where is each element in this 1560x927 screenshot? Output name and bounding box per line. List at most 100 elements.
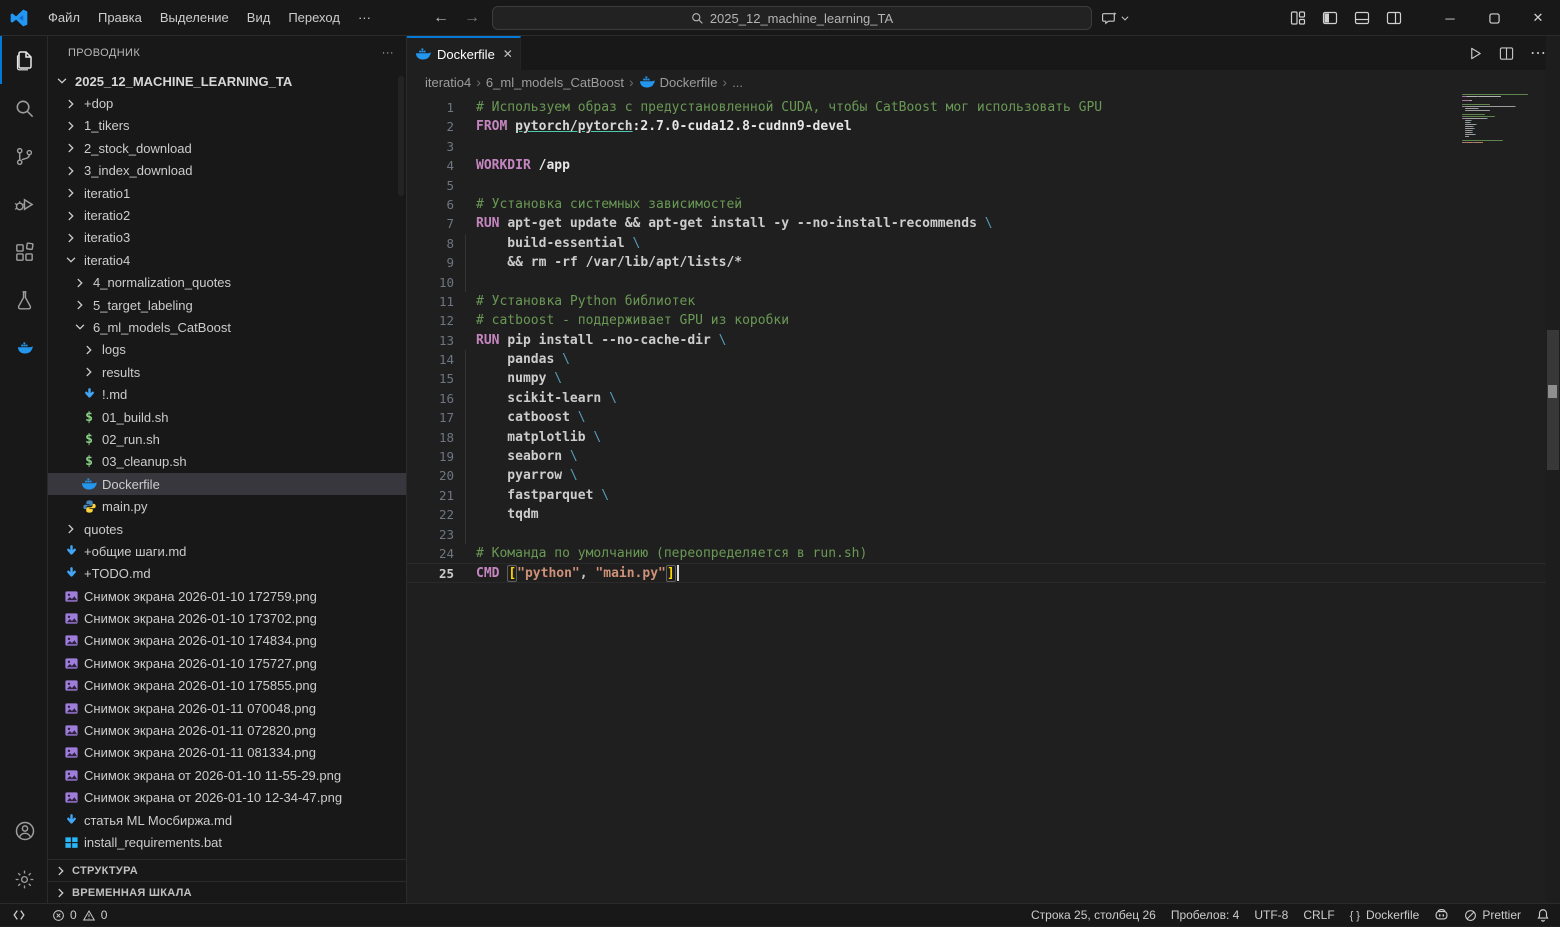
code-line[interactable]: 8 build-essential \ — [407, 233, 1560, 254]
activitybar-explorer[interactable] — [0, 36, 47, 84]
tree-item[interactable]: Снимок экрана 2026-01-10 175727.png — [48, 652, 406, 674]
statusbar-copilot[interactable] — [1434, 908, 1449, 922]
breadcrumb-item[interactable]: iteratio4 — [425, 75, 471, 90]
tree-item[interactable]: iteratio2 — [48, 204, 406, 226]
tree-item[interactable]: статья ML Мосбиржа.md — [48, 809, 406, 831]
code-line[interactable]: 17 catboost \ — [407, 408, 1560, 429]
code-line[interactable]: 25 CMD ["python", "main.py"] — [407, 563, 1560, 583]
code-line[interactable]: 15 numpy \ — [407, 369, 1560, 390]
activitybar-docker[interactable] — [0, 324, 47, 372]
section-структура[interactable]: СТРУКТУРА — [48, 859, 406, 881]
tree-item[interactable]: Снимок экрана от 2026-01-10 12-34-47.png — [48, 787, 406, 809]
navigate-forward-icon[interactable]: → — [461, 9, 483, 27]
code-line[interactable]: 13 RUN pip install --no-cache-dir \ — [407, 331, 1560, 350]
code-line[interactable]: 10 — [407, 272, 1560, 293]
tree-item[interactable]: iteratio1 — [48, 182, 406, 204]
tree-item[interactable]: install_requirements.bat — [48, 831, 406, 853]
toggle-primary-sidebar-icon[interactable] — [1322, 10, 1338, 26]
toggle-secondary-sidebar-icon[interactable] — [1386, 10, 1402, 26]
code-line[interactable]: 1 # Используем образ с предустановленной … — [407, 98, 1560, 117]
tree-item[interactable]: Снимок экрана 2026-01-11 081334.png — [48, 742, 406, 764]
activitybar-run-debug[interactable] — [0, 180, 47, 228]
code-line[interactable]: 3 — [407, 137, 1560, 156]
code-line[interactable]: 11 # Установка Python библиотек — [407, 292, 1560, 311]
code-line[interactable]: 21 fastparquet \ — [407, 485, 1560, 506]
code-line[interactable]: 24 # Команда по умолчанию (переопределяет… — [407, 544, 1560, 563]
tree-item[interactable]: 1_tikers — [48, 115, 406, 137]
menu--[interactable]: ··· — [349, 6, 380, 29]
statusbar-dockerfile[interactable]: { } Dockerfile — [1350, 908, 1420, 922]
tree-item[interactable]: Снимок экрана 2026-01-10 174834.png — [48, 630, 406, 652]
code-line[interactable]: 6 # Установка системных зависимостей — [407, 195, 1560, 214]
code-line[interactable]: 18 matplotlib \ — [407, 427, 1560, 448]
tree-item[interactable]: quotes — [48, 518, 406, 540]
more-actions-icon[interactable]: ⋯ — [1530, 43, 1546, 63]
code-line[interactable]: 4 WORKDIR /app — [407, 156, 1560, 175]
editor-scrollbar[interactable] — [1546, 36, 1560, 903]
copilot-chat-button[interactable] — [1101, 10, 1130, 27]
menu-переход[interactable]: Переход — [279, 6, 349, 29]
code-line[interactable]: 9 && rm -rf /var/lib/apt/lists/* — [407, 253, 1560, 273]
split-editor-icon[interactable] — [1499, 46, 1514, 61]
activitybar-settings[interactable] — [0, 855, 47, 903]
tree-item[interactable]: logs — [48, 339, 406, 361]
menu-выделение[interactable]: Выделение — [151, 6, 238, 29]
tree-item[interactable]: +TODO.md — [48, 563, 406, 585]
statusbar-utf-8[interactable]: UTF-8 — [1254, 908, 1288, 922]
code-line[interactable]: 16 scikit-learn \ — [407, 388, 1560, 409]
tree-item[interactable]: $01_build.sh — [48, 406, 406, 428]
tree-item[interactable]: +общие шаги.md — [48, 540, 406, 562]
statusbar-bell[interactable] — [1536, 908, 1550, 922]
tree-item[interactable]: Снимок экрана 2026-01-10 175855.png — [48, 675, 406, 697]
tree-item[interactable]: Снимок экрана 2026-01-10 172759.png — [48, 585, 406, 607]
problems-indicator[interactable]: 0 0 — [52, 908, 107, 922]
scrollbar-slider[interactable] — [1547, 330, 1559, 470]
menu-файл[interactable]: Файл — [39, 6, 89, 29]
tree-item[interactable]: Снимок экрана от 2026-01-10 11-55-29.png — [48, 764, 406, 786]
tree-item[interactable]: 3_index_download — [48, 160, 406, 182]
code-editor[interactable]: 1 # Используем образ с предустановленной … — [407, 94, 1560, 903]
breadcrumb-item[interactable]: ... — [732, 75, 743, 90]
maximize-button[interactable] — [1472, 0, 1516, 36]
tree-item[interactable]: iteratio3 — [48, 227, 406, 249]
code-line[interactable]: 22 tqdm — [407, 505, 1560, 525]
activitybar-source-control[interactable] — [0, 132, 47, 180]
code-line[interactable]: 14 pandas \ — [407, 350, 1560, 370]
code-line[interactable]: 19 seaborn \ — [407, 447, 1560, 467]
activitybar-extensions[interactable] — [0, 228, 47, 276]
code-line[interactable]: 20 pyarrow \ — [407, 466, 1560, 487]
tab-dockerfile[interactable]: Dockerfile ✕ — [407, 36, 521, 70]
statusbar-строка-25-столбец-26[interactable]: Строка 25, столбец 26 — [1031, 908, 1156, 922]
breadcrumb-item[interactable]: 6_ml_models_CatBoost — [486, 75, 624, 90]
code-line[interactable]: 2 FROM pytorch/pytorch:2.7.0-cuda12.8-cud… — [407, 117, 1560, 136]
tree-item[interactable]: main.py — [48, 495, 406, 517]
statusbar-пробелов-4[interactable]: Пробелов: 4 — [1171, 908, 1240, 922]
tree-item[interactable]: $03_cleanup.sh — [48, 451, 406, 473]
menu-вид[interactable]: Вид — [238, 6, 280, 29]
minimize-button[interactable]: ─ — [1428, 0, 1472, 36]
minimap[interactable] — [1462, 94, 1542, 146]
close-tab-icon[interactable]: ✕ — [503, 47, 513, 61]
tree-item[interactable]: results — [48, 361, 406, 383]
tree-item[interactable]: !.md — [48, 383, 406, 405]
code-line[interactable]: 7 RUN apt-get update && apt-get install -… — [407, 214, 1560, 233]
code-line[interactable]: 5 — [407, 176, 1560, 195]
close-window-button[interactable]: ✕ — [1516, 0, 1560, 36]
statusbar-prettier[interactable]: Prettier — [1464, 908, 1521, 922]
tree-item[interactable]: iteratio4 — [48, 249, 406, 271]
command-center-search[interactable]: 2025_12_machine_learning_TA — [492, 6, 1092, 30]
breadcrumb-item[interactable]: Dockerfile — [660, 75, 718, 90]
code-line[interactable]: 12 # catboost - поддерживает GPU из короб… — [407, 311, 1560, 330]
tree-item[interactable]: 2025_12_MACHINE_LEARNING_TA — [48, 70, 406, 92]
statusbar-crlf[interactable]: CRLF — [1303, 908, 1334, 922]
tree-item[interactable]: 5_target_labeling — [48, 294, 406, 316]
tree-item[interactable]: 4_normalization_quotes — [48, 272, 406, 294]
run-button-icon[interactable] — [1468, 46, 1483, 61]
tree-item[interactable]: Dockerfile — [48, 473, 406, 496]
tree-item[interactable]: 2_stock_download — [48, 137, 406, 159]
more-actions-icon[interactable]: ··· — [382, 47, 394, 59]
code-line[interactable]: 23 — [407, 524, 1560, 545]
tree-item[interactable]: Снимок экрана 2026-01-11 070048.png — [48, 697, 406, 719]
tree-item[interactable]: $02_run.sh — [48, 428, 406, 450]
activitybar-testing[interactable] — [0, 276, 47, 324]
